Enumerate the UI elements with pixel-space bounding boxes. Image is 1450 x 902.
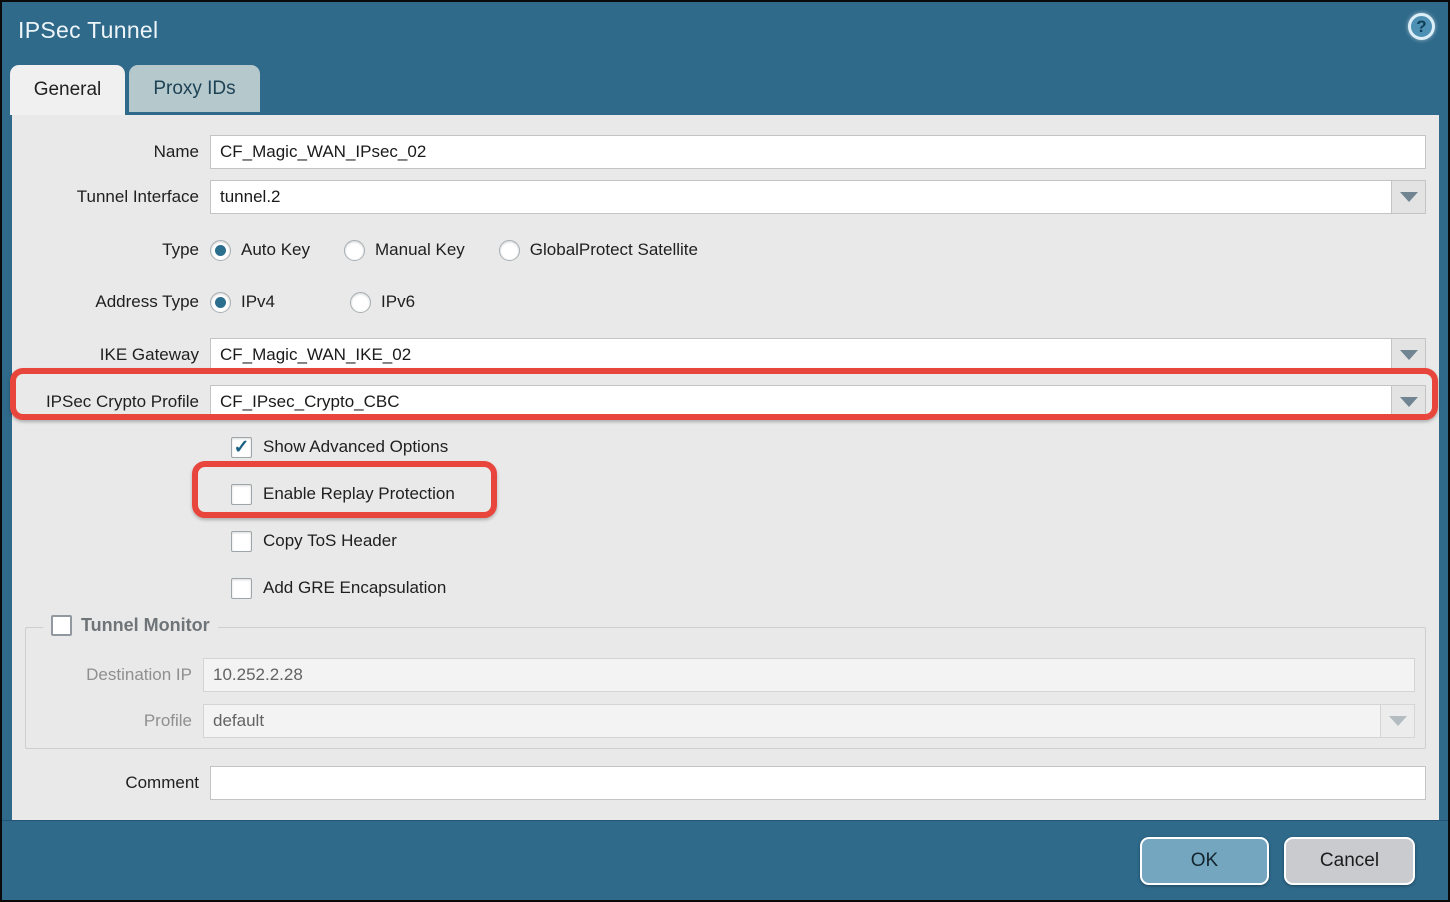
tunnel-interface-dropdown-button[interactable] <box>1392 180 1426 214</box>
radio-unselected-icon <box>350 292 371 313</box>
radio-selected-icon <box>210 292 231 313</box>
tab-proxy-ids[interactable]: Proxy IDs <box>129 65 260 112</box>
row-comment: Comment <box>12 766 1439 800</box>
radio-auto-key-label: Auto Key <box>241 240 310 260</box>
row-ike-gateway: IKE Gateway <box>12 338 1439 372</box>
dialog-titlebar: IPSec Tunnel ? <box>2 2 1448 64</box>
chevron-down-icon <box>1389 716 1407 726</box>
ok-button[interactable]: OK <box>1140 837 1269 885</box>
type-radio-group: Auto Key Manual Key GlobalProtect Satell… <box>210 240 732 261</box>
ike-gateway-dropdown-button[interactable] <box>1392 338 1426 372</box>
radio-selected-icon <box>210 240 231 261</box>
radio-globalprotect-satellite[interactable]: GlobalProtect Satellite <box>499 240 698 261</box>
row-address-type: Address Type IPv4 IPv6 <box>12 289 1439 315</box>
profile-input <box>203 704 1381 738</box>
radio-globalprotect-satellite-label: GlobalProtect Satellite <box>530 240 698 260</box>
row-type: Type Auto Key Manual Key GlobalProtect S… <box>12 237 1439 263</box>
enable-replay-protection-checkbox[interactable] <box>231 484 252 505</box>
profile-dropdown-button <box>1381 704 1415 738</box>
ike-gateway-input[interactable] <box>210 338 1392 372</box>
show-advanced-options-label: Show Advanced Options <box>263 437 448 457</box>
row-destination-ip: Destination IP <box>26 658 1425 692</box>
row-enable-replay-protection: Enable Replay Protection <box>12 481 1439 507</box>
radio-ipv6-label: IPv6 <box>381 292 415 312</box>
cancel-button[interactable]: Cancel <box>1284 837 1415 885</box>
copy-tos-header-checkbox[interactable] <box>231 531 252 552</box>
radio-ipv4[interactable]: IPv4 <box>210 292 275 313</box>
tunnel-monitor-group: Tunnel Monitor Destination IP Profile <box>25 627 1426 749</box>
name-input[interactable] <box>210 135 1426 169</box>
help-icon[interactable]: ? <box>1408 13 1435 40</box>
row-show-advanced-options: ✓ Show Advanced Options <box>12 434 1439 460</box>
row-name: Name <box>12 135 1439 169</box>
address-type-radio-group: IPv4 IPv6 <box>210 292 449 313</box>
show-advanced-options-checkbox[interactable]: ✓ <box>231 437 252 458</box>
radio-ipv6[interactable]: IPv6 <box>350 292 415 313</box>
dialog-title: IPSec Tunnel <box>18 17 158 44</box>
row-tunnel-interface: Tunnel Interface <box>12 180 1439 214</box>
tunnel-monitor-label: Tunnel Monitor <box>81 615 210 636</box>
destination-ip-input <box>203 658 1415 692</box>
address-type-label: Address Type <box>12 292 210 312</box>
add-gre-encapsulation-checkbox[interactable] <box>231 578 252 599</box>
tab-bar: General Proxy IDs <box>10 65 260 115</box>
name-label: Name <box>12 142 210 162</box>
row-add-gre-encapsulation: Add GRE Encapsulation <box>12 575 1439 601</box>
tunnel-interface-input[interactable] <box>210 180 1392 214</box>
profile-label: Profile <box>26 711 203 731</box>
row-ipsec-crypto-profile: IPSec Crypto Profile <box>12 385 1439 419</box>
general-tab-panel: Name Tunnel Interface Type Auto Key Manu… <box>12 115 1439 820</box>
copy-tos-header-label: Copy ToS Header <box>263 531 397 551</box>
ipsec-tunnel-dialog: IPSec Tunnel ? General Proxy IDs Name Tu… <box>0 0 1450 902</box>
row-profile: Profile <box>26 704 1425 738</box>
add-gre-encapsulation-label: Add GRE Encapsulation <box>263 578 446 598</box>
ipsec-crypto-profile-dropdown-button[interactable] <box>1392 385 1426 419</box>
chevron-down-icon <box>1400 397 1418 407</box>
radio-manual-key-label: Manual Key <box>375 240 465 260</box>
comment-input[interactable] <box>210 766 1426 800</box>
tab-general[interactable]: General <box>10 65 125 115</box>
radio-ipv4-label: IPv4 <box>241 292 275 312</box>
radio-auto-key[interactable]: Auto Key <box>210 240 310 261</box>
ike-gateway-label: IKE Gateway <box>12 345 210 365</box>
row-copy-tos-header: Copy ToS Header <box>12 528 1439 554</box>
radio-manual-key[interactable]: Manual Key <box>344 240 465 261</box>
ipsec-crypto-profile-label: IPSec Crypto Profile <box>12 392 210 412</box>
radio-unselected-icon <box>344 240 365 261</box>
chevron-down-icon <box>1400 350 1418 360</box>
enable-replay-protection-label: Enable Replay Protection <box>263 484 455 504</box>
tunnel-monitor-checkbox[interactable] <box>51 615 72 636</box>
ipsec-crypto-profile-input[interactable] <box>210 385 1392 419</box>
destination-ip-label: Destination IP <box>26 665 203 685</box>
radio-unselected-icon <box>499 240 520 261</box>
comment-label: Comment <box>12 773 210 793</box>
tunnel-interface-label: Tunnel Interface <box>12 187 210 207</box>
tunnel-monitor-legend: Tunnel Monitor <box>43 615 218 636</box>
dialog-footer: OK Cancel <box>2 820 1448 900</box>
type-label: Type <box>12 240 210 260</box>
chevron-down-icon <box>1400 192 1418 202</box>
